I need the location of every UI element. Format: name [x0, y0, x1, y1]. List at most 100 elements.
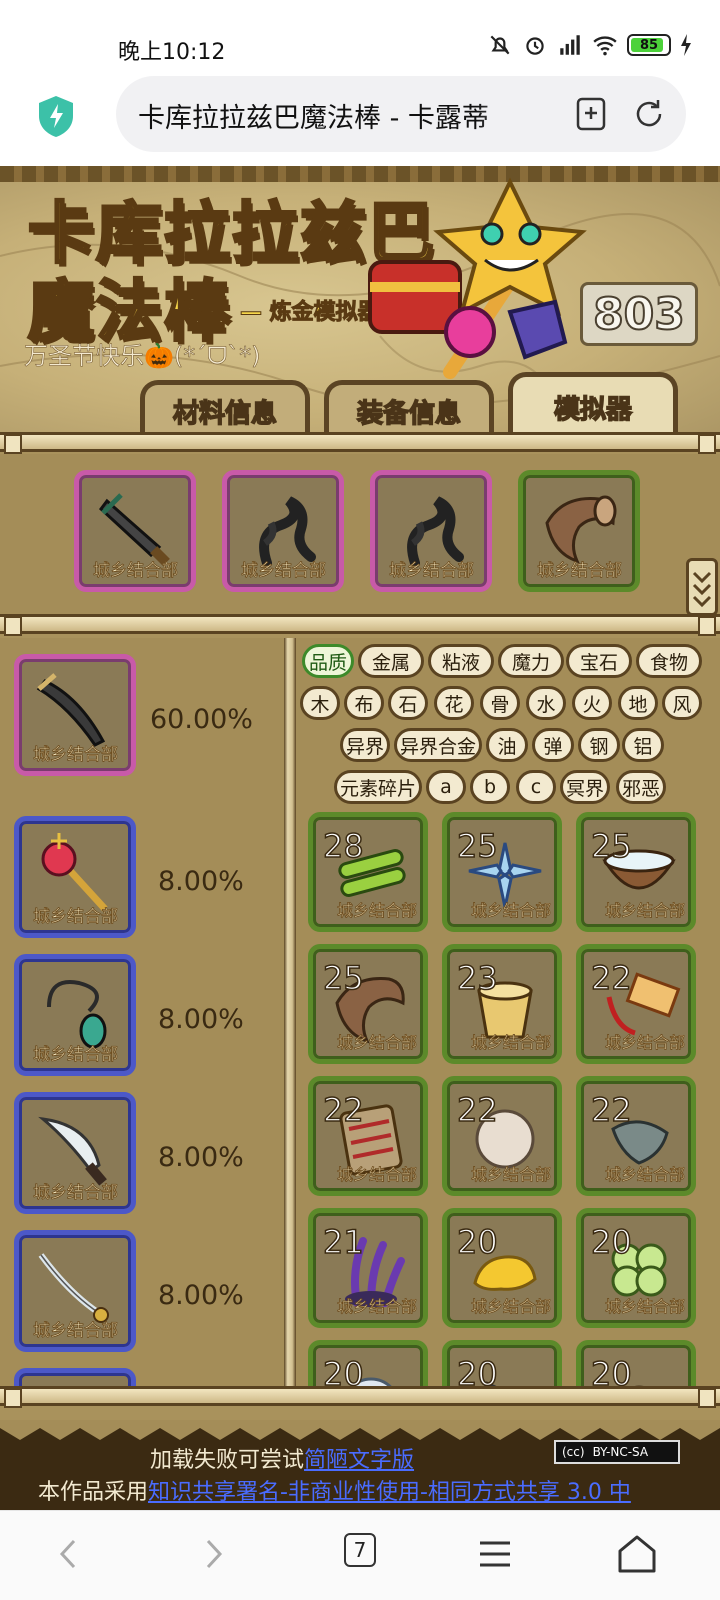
- signal-icon: [560, 35, 580, 55]
- menu-icon[interactable]: [470, 1529, 520, 1579]
- equipped-slot-3[interactable]: 城乡结合部: [370, 470, 492, 592]
- result-slot-4[interactable]: 城乡结合部: [14, 1092, 136, 1214]
- filter-chip[interactable]: 骨: [480, 686, 520, 720]
- watermark: 城乡结合部: [605, 901, 686, 921]
- filter-chip[interactable]: 油: [486, 728, 528, 762]
- material-card[interactable]: 22 城乡结合部: [576, 944, 696, 1064]
- filter-chip[interactable]: 火: [572, 686, 612, 720]
- filter-chip[interactable]: 钢: [578, 728, 620, 762]
- header-banner: 卡库拉拉兹巴 魔法棒 — 炼金模拟器 万圣节快乐🎃(*ˊᗜˋ*) 803 材料信…: [0, 166, 720, 448]
- material-count: 20: [590, 1222, 632, 1262]
- tab-bar: 材料信息 装备信息 模拟器: [140, 372, 678, 438]
- result-slot-5[interactable]: 城乡结合部: [14, 1230, 136, 1352]
- filter-chip[interactable]: 金属: [358, 644, 424, 678]
- tabs-button[interactable]: 7: [344, 1533, 376, 1567]
- equipped-slot-4[interactable]: 城乡结合部: [518, 470, 640, 592]
- watermark: 城乡结合部: [33, 1321, 119, 1342]
- result-slot-1[interactable]: 城乡结合部: [14, 654, 136, 776]
- material-count: 20: [456, 1222, 498, 1262]
- cc-badge-label: BY-NC-SA: [592, 1445, 649, 1459]
- text-version-link[interactable]: 简陋文字版: [304, 1448, 414, 1473]
- watermark: 城乡结合部: [93, 561, 179, 582]
- filter-chip[interactable]: 异界合金: [394, 728, 482, 762]
- battery-level: 85: [639, 37, 659, 53]
- material-count: 22: [456, 1090, 498, 1130]
- filter-chip[interactable]: 木: [300, 686, 340, 720]
- material-count: 22: [590, 1090, 632, 1130]
- status-icons: 85: [487, 32, 692, 58]
- filter-chip[interactable]: 地: [618, 686, 658, 720]
- material-count: 22: [322, 1090, 364, 1130]
- watermark: 城乡结合部: [605, 1297, 686, 1317]
- cc-license-badge[interactable]: (cc) BY-NC-SA: [554, 1440, 680, 1464]
- equipped-items-row: 城乡结合部 城乡结合部 城乡结合部 城乡结合部: [0, 454, 720, 616]
- material-card[interactable]: 22 城乡结合部: [576, 1076, 696, 1196]
- equipped-slot-1[interactable]: 城乡结合部: [74, 470, 196, 592]
- filter-chip[interactable]: b: [470, 770, 510, 804]
- browser-navbar: 7: [0, 1510, 720, 1600]
- material-card[interactable]: 20 城乡结合部: [442, 1208, 562, 1328]
- subtitle: — 炼金模拟器: [240, 300, 381, 326]
- filter-chip[interactable]: 水: [526, 686, 566, 720]
- result-slot-2[interactable]: 城乡结合部: [14, 816, 136, 938]
- material-count: 22: [590, 958, 632, 998]
- material-card[interactable]: 25 城乡结合部: [308, 944, 428, 1064]
- tab-simulator[interactable]: 模拟器: [508, 372, 678, 438]
- chevron-down-icon: [692, 571, 712, 608]
- filter-chip[interactable]: 石: [388, 686, 428, 720]
- filter-chip[interactable]: 冥界: [560, 770, 610, 804]
- material-card[interactable]: 25 城乡结合部: [442, 812, 562, 932]
- filter-chip[interactable]: 食物: [636, 644, 702, 678]
- material-card[interactable]: 20 城乡结合部: [576, 1208, 696, 1328]
- material-card[interactable]: 23 城乡结合部: [442, 944, 562, 1064]
- back-icon[interactable]: [44, 1529, 94, 1579]
- result-slot-3[interactable]: 城乡结合部: [14, 954, 136, 1076]
- shield-icon[interactable]: [36, 94, 76, 138]
- filter-chip[interactable]: 粘液: [428, 644, 494, 678]
- filter-chip[interactable]: 风: [662, 686, 702, 720]
- filter-chip[interactable]: 铝: [622, 728, 664, 762]
- filter-chip[interactable]: 元素碎片: [334, 770, 422, 804]
- filter-chip[interactable]: a: [426, 770, 466, 804]
- tab-material-info[interactable]: 材料信息: [140, 380, 310, 438]
- filter-chip[interactable]: 布: [344, 686, 384, 720]
- cc-icon: (cc): [562, 1445, 585, 1459]
- filter-chip[interactable]: 异界: [340, 728, 390, 762]
- equipped-slot-2[interactable]: 城乡结合部: [222, 470, 344, 592]
- forward-icon[interactable]: [188, 1529, 238, 1579]
- license-link[interactable]: 知识共享署名-非商业性使用-相同方式共享 3.0 中: [148, 1480, 631, 1505]
- material-card[interactable]: 21 城乡结合部: [308, 1208, 428, 1328]
- alarm-icon: [526, 37, 544, 55]
- filter-chip[interactable]: 花: [434, 686, 474, 720]
- watermark: 城乡结合部: [337, 901, 418, 921]
- filter-chip[interactable]: 品质: [302, 644, 354, 678]
- expand-down-button[interactable]: [686, 558, 718, 616]
- material-count: 25: [590, 826, 632, 866]
- filter-chip[interactable]: c: [516, 770, 556, 804]
- rail-divider: [0, 432, 720, 454]
- filter-chip[interactable]: 宝石: [566, 644, 632, 678]
- material-card[interactable]: 22 城乡结合部: [442, 1076, 562, 1196]
- material-count: 28: [322, 826, 364, 866]
- watermark: 城乡结合部: [605, 1033, 686, 1053]
- holiday-greeting: 万圣节快乐🎃(*ˊᗜˋ*): [24, 342, 261, 371]
- watermark: 城乡结合部: [33, 745, 119, 766]
- magic-wand-mascot-icon: [368, 177, 587, 379]
- filter-chip[interactable]: 邪恶: [616, 770, 666, 804]
- material-card[interactable]: 22 城乡结合部: [308, 1076, 428, 1196]
- license-prefix: 本作品采用: [38, 1480, 149, 1505]
- add-bookmark-icon[interactable]: [574, 96, 608, 132]
- home-icon[interactable]: [612, 1529, 662, 1579]
- filter-chip[interactable]: 弹: [532, 728, 574, 762]
- watermark: 城乡结合部: [337, 1165, 418, 1185]
- filter-chip[interactable]: 魔力: [498, 644, 564, 678]
- reload-icon[interactable]: [632, 96, 666, 132]
- silent-bell-icon: [490, 35, 510, 55]
- material-card[interactable]: 28 城乡结合部: [308, 812, 428, 932]
- watermark: 城乡结合部: [471, 901, 552, 921]
- visit-counter: 803: [580, 282, 698, 346]
- material-count: 25: [456, 826, 498, 866]
- material-card[interactable]: 25 城乡结合部: [576, 812, 696, 932]
- tab-equipment-info[interactable]: 装备信息: [324, 380, 494, 438]
- address-bar[interactable]: 卡库拉拉兹巴魔法棒 - 卡露蒂: [116, 76, 686, 152]
